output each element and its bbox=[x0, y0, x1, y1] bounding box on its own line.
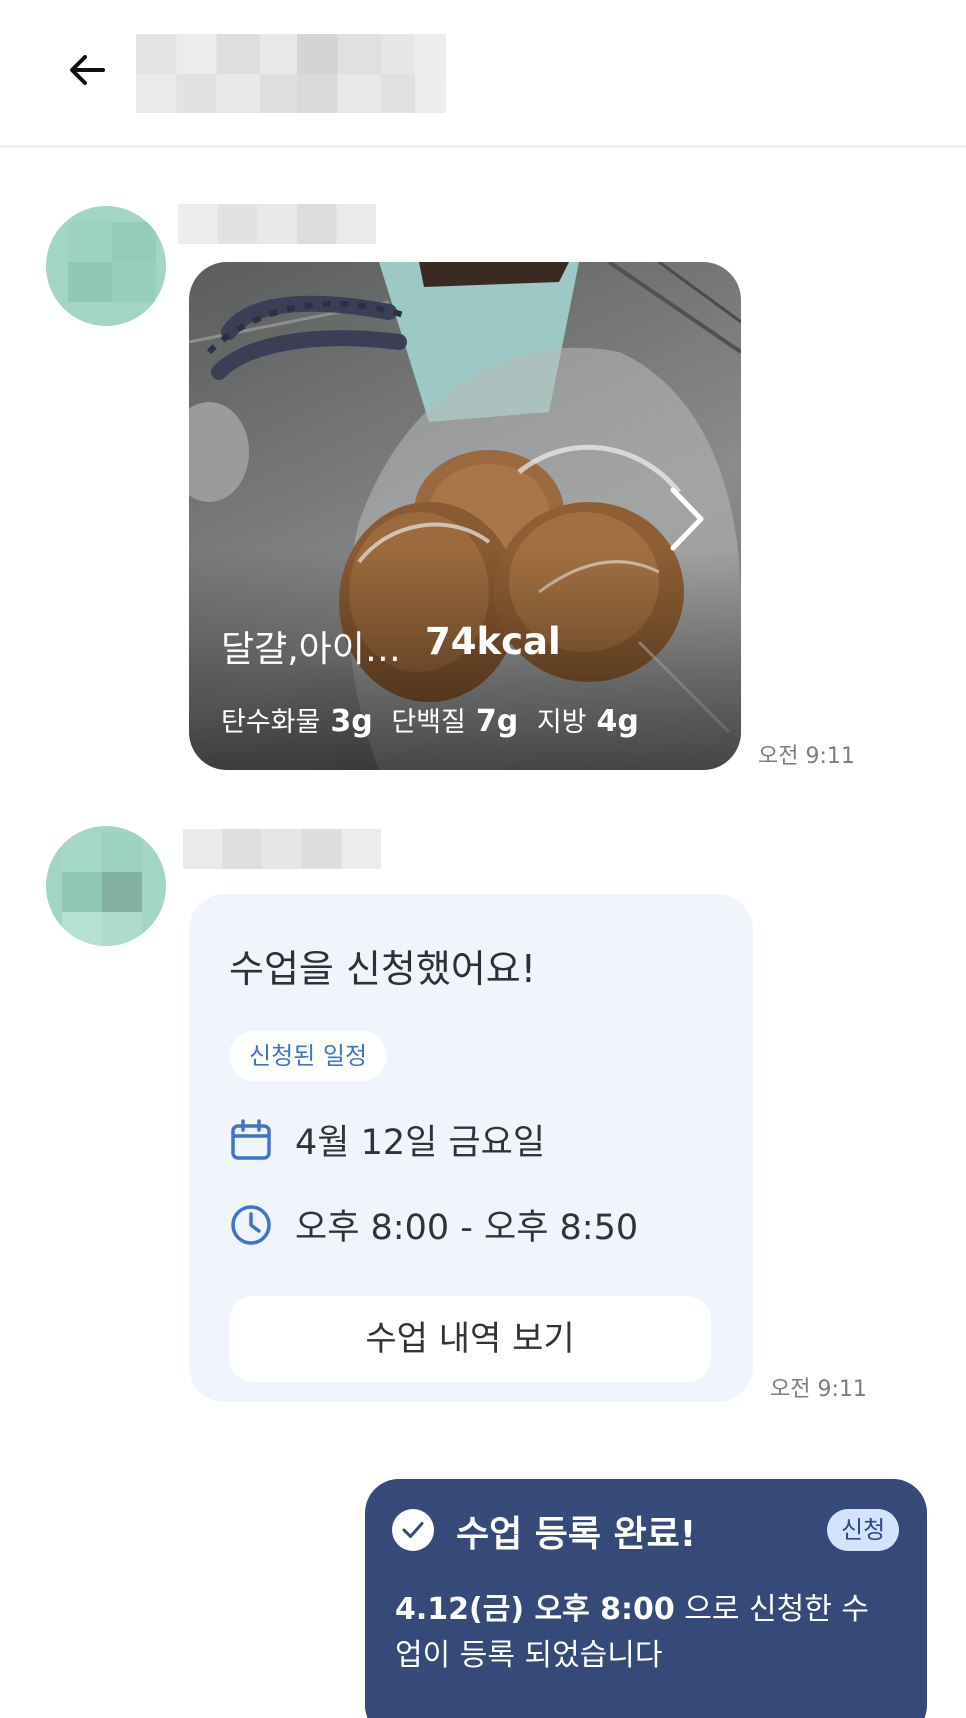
registration-message: 4.12(금) 오후 8:00 으로 신청한 수업이 등록 되었습니다 bbox=[395, 1587, 895, 1679]
chat-title-redacted bbox=[136, 34, 446, 113]
arrow-left-icon bbox=[70, 55, 105, 85]
fat-value: 4g bbox=[596, 704, 639, 739]
protein-value: 7g bbox=[475, 704, 519, 739]
back-button[interactable] bbox=[62, 42, 112, 98]
fat-label: 지방 bbox=[536, 707, 587, 738]
class-time-range: 오후 8:00 - 오후 8:50 bbox=[295, 1208, 639, 1248]
check-icon bbox=[392, 1509, 434, 1551]
date-row: 4월 12일 금요일 bbox=[229, 1114, 545, 1165]
food-kcal: 74kcal bbox=[425, 620, 561, 663]
view-class-history-button[interactable]: 수업 내역 보기 bbox=[229, 1296, 711, 1382]
sender-name-redacted bbox=[178, 204, 376, 244]
message-time: 오전 9:11 bbox=[758, 744, 855, 769]
sender-name-redacted bbox=[183, 829, 381, 869]
food-photo-card[interactable]: 달걀,아이… 74kcal 탄수화물 3g 단백질 7g 지방 4g bbox=[189, 262, 741, 770]
class-date: 4월 12일 금요일 bbox=[295, 1123, 546, 1163]
class-request-title: 수업을 신청했어요! bbox=[229, 947, 536, 991]
macro-summary: 탄수화물 3g 단백질 7g 지방 4g bbox=[221, 700, 639, 739]
scheduled-tag: 신청된 일정 bbox=[229, 1031, 388, 1081]
registration-complete-title: 수업 등록 완료! bbox=[456, 1514, 697, 1555]
calendar-icon bbox=[229, 1118, 273, 1162]
avatar[interactable] bbox=[46, 206, 166, 326]
carb-value: 3g bbox=[330, 704, 373, 739]
time-row: 오후 8:00 - 오후 8:50 bbox=[229, 1199, 638, 1250]
protein-label: 단백질 bbox=[391, 707, 466, 738]
clock-icon bbox=[229, 1203, 273, 1247]
class-request-card: 수업을 신청했어요! 신청된 일정 4월 12일 금요일 오후 8:00 - 오… bbox=[189, 894, 753, 1402]
message-time: 오전 9:11 bbox=[770, 1377, 867, 1402]
food-name: 달걀,아이… bbox=[221, 629, 401, 670]
registration-complete-card: 수업 등록 완료! 신청 4.12(금) 오후 8:00 으로 신청한 수업이 … bbox=[365, 1479, 927, 1718]
registration-datetime: 4.12(금) 오후 8:00 bbox=[395, 1592, 675, 1627]
avatar[interactable] bbox=[46, 826, 166, 946]
top-bar bbox=[0, 0, 966, 148]
request-badge: 신청 bbox=[827, 1509, 900, 1551]
carb-label: 탄수화물 bbox=[221, 707, 321, 738]
chevron-right-icon[interactable] bbox=[667, 484, 707, 554]
